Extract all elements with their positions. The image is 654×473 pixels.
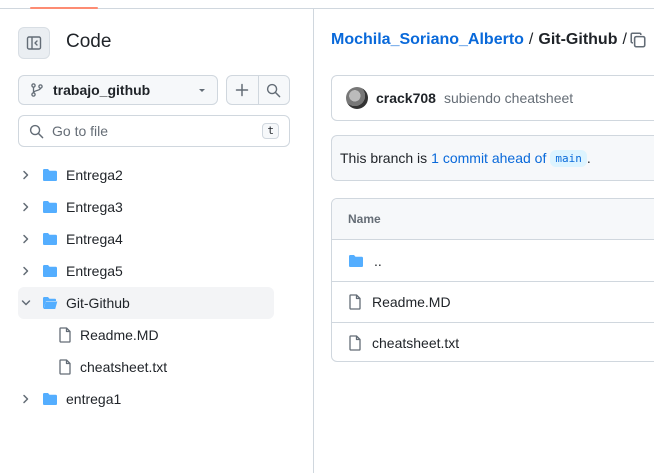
file-name[interactable]: ..: [374, 253, 382, 269]
tree-item-label: Entrega4: [66, 231, 123, 247]
folder-icon: [43, 201, 57, 213]
latest-commit: crack708 subiendo cheatsheet: [331, 75, 654, 121]
add-file-button[interactable]: [227, 76, 258, 104]
tree-item-label: Entrega2: [66, 167, 123, 183]
chevron-right-icon[interactable]: [20, 265, 32, 277]
file-name[interactable]: Readme.MD: [372, 294, 451, 310]
chevron-down-icon[interactable]: [20, 297, 32, 309]
breadcrumb: Mochila_Soriano_Alberto / Git-Github /: [331, 31, 632, 49]
tree-item-label: entrega1: [66, 391, 122, 407]
tree-item-label: cheatsheet.txt: [80, 359, 168, 375]
tree-item-label: Entrega3: [66, 199, 123, 215]
tree-actions: [226, 75, 290, 105]
tree-item-entrega5[interactable]: Entrega5: [18, 255, 274, 287]
breadcrumb-separator: /: [528, 31, 534, 48]
breadcrumb-repo-link[interactable]: Mochila_Soriano_Alberto: [331, 31, 524, 49]
folder-open-icon: [43, 297, 58, 309]
keyboard-shortcut-hint: t: [262, 123, 279, 139]
list-item[interactable]: Readme.MD: [332, 281, 654, 322]
sidebar-collapse-icon: [26, 36, 42, 50]
file-icon: [349, 335, 361, 351]
chevron-right-icon[interactable]: [20, 169, 32, 181]
main-content: Mochila_Soriano_Alberto / Git-Github / c…: [315, 9, 654, 473]
folder-icon: [43, 169, 57, 181]
base-branch-tag[interactable]: main: [550, 149, 587, 167]
breadcrumb-separator: /: [622, 31, 627, 48]
avatar[interactable]: [346, 87, 368, 109]
chevron-right-icon[interactable]: [20, 233, 32, 245]
commits-ahead-link[interactable]: 1 commit ahead of: [431, 150, 546, 166]
branch-selector[interactable]: trabajo_github: [18, 75, 218, 105]
tree-item-label: Entrega5: [66, 263, 123, 279]
branch-name: trabajo_github: [53, 82, 151, 98]
top-navigation-bar: [0, 0, 654, 9]
tree-item-label: Readme.MD: [80, 327, 159, 343]
branch-ahead-notice: This branch is 1 commit ahead of main .: [331, 135, 654, 181]
tree-item-cheatsheet[interactable]: cheatsheet.txt: [18, 351, 274, 383]
folder-icon: [43, 265, 57, 277]
file-icon: [349, 294, 361, 310]
plus-icon: [236, 83, 249, 97]
folder-icon: [43, 233, 57, 245]
file-list-header: Name: [332, 199, 654, 240]
tree-item-entrega3[interactable]: Entrega3: [18, 191, 274, 223]
tree-item-label: Git-Github: [66, 295, 130, 311]
file-icon: [59, 359, 71, 375]
go-to-file-placeholder: Go to file: [52, 123, 109, 139]
chevron-right-icon[interactable]: [20, 393, 32, 405]
list-item[interactable]: cheatsheet.txt: [332, 322, 654, 361]
tree-item-entrega4[interactable]: Entrega4: [18, 223, 274, 255]
search-files-button[interactable]: [257, 76, 289, 104]
tree-item-readme[interactable]: Readme.MD: [18, 319, 274, 351]
file-name[interactable]: cheatsheet.txt: [372, 335, 459, 351]
copy-path-icon[interactable]: [629, 31, 647, 49]
ahead-prefix: This branch is: [340, 150, 428, 166]
file-icon: [59, 327, 71, 343]
folder-icon: [349, 254, 363, 267]
tree-item-entrega2[interactable]: Entrega2: [18, 159, 274, 191]
collapse-sidebar-button[interactable]: [18, 27, 50, 59]
ahead-suffix: .: [586, 150, 591, 166]
commit-author[interactable]: crack708: [376, 90, 436, 106]
go-to-file-input[interactable]: Go to file t: [18, 115, 290, 147]
file-tree: Entrega2 Entrega3 Entrega4 Entrega5 Git-…: [18, 159, 274, 415]
tree-item-git-github[interactable]: Git-Github: [18, 287, 274, 319]
list-item[interactable]: ..: [332, 240, 654, 281]
commit-message[interactable]: subiendo cheatsheet: [444, 90, 573, 106]
tree-item-entrega1[interactable]: entrega1: [18, 383, 274, 415]
folder-icon: [43, 393, 57, 405]
search-icon: [267, 83, 281, 97]
sidebar-title: Code: [66, 31, 112, 52]
caret-down-icon: [199, 89, 205, 92]
chevron-right-icon[interactable]: [20, 201, 32, 213]
breadcrumb-current: Git-Github: [538, 31, 618, 48]
file-list: Name .. Readme.MD cheatsheet.txt: [331, 198, 654, 362]
file-tree-sidebar: Code trabajo_github Go to file t Entrega…: [0, 9, 314, 473]
git-branch-icon: [31, 83, 43, 97]
search-icon: [29, 124, 44, 138]
